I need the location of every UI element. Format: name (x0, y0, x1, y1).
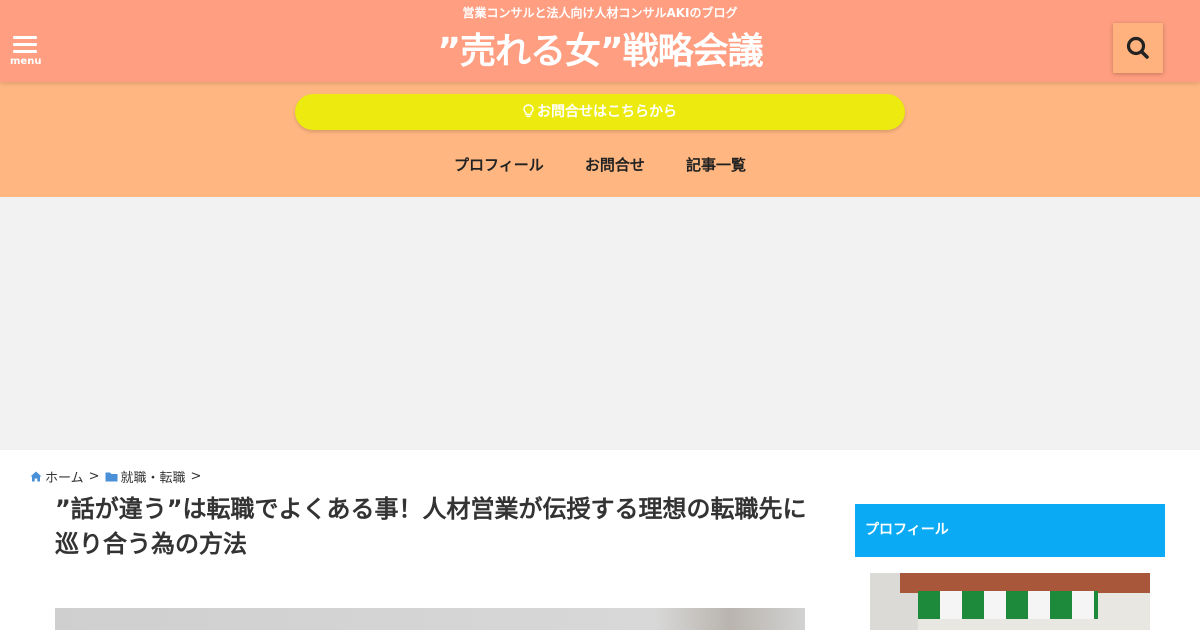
global-nav: プロフィール お問合せ 記事一覧 (0, 154, 1200, 175)
breadcrumb-home[interactable]: ホーム (45, 467, 84, 486)
article-eyecatch-image (55, 608, 805, 630)
nav-link-articles[interactable]: 記事一覧 (686, 154, 746, 175)
folder-icon (105, 472, 118, 482)
breadcrumb-separator: > (88, 469, 100, 484)
profile-image-awning (918, 591, 1098, 619)
profile-image-roof (900, 573, 1150, 593)
nav-band: お問合せはこちらから プロフィール お問合せ 記事一覧 (0, 82, 1200, 197)
article-title: ”話が違う”は転職でよくある事！人材営業が伝授する理想の転職先に巡り合う為の方法 (55, 495, 807, 558)
contact-button[interactable]: お問合せはこちらから (295, 94, 905, 130)
main-content: ホーム > 就職・転職 > ”話が違う”は転職でよくある事！人材営業が伝授する理… (0, 450, 1200, 630)
site-header: 営業コンサルと法人向け人材コンサルAKIのブログ ”売れる女”戦略会議 menu (0, 0, 1200, 82)
hamburger-icon (13, 36, 37, 53)
search-icon (1126, 36, 1149, 59)
search-button[interactable] (1113, 23, 1163, 73)
contact-button-label: お問合せはこちらから (537, 104, 677, 120)
nav-link-contact[interactable]: お問合せ (585, 154, 645, 175)
breadcrumb-separator: > (190, 469, 202, 484)
profile-image (870, 573, 1150, 630)
breadcrumb-category[interactable]: 就職・転職 (121, 467, 186, 486)
menu-label: menu (10, 56, 42, 67)
home-icon (30, 471, 42, 482)
sidebar-profile-heading: プロフィール (855, 504, 1165, 557)
menu-button[interactable]: menu (10, 36, 42, 72)
breadcrumb: ホーム > 就職・転職 > (30, 467, 206, 486)
lightbulb-icon (523, 104, 534, 118)
site-tagline: 営業コンサルと法人向け人材コンサルAKIのブログ (462, 6, 738, 20)
ad-space (0, 197, 1200, 450)
nav-link-profile[interactable]: プロフィール (454, 154, 544, 175)
site-title-link[interactable]: ”売れる女”戦略会議 (0, 28, 1200, 76)
